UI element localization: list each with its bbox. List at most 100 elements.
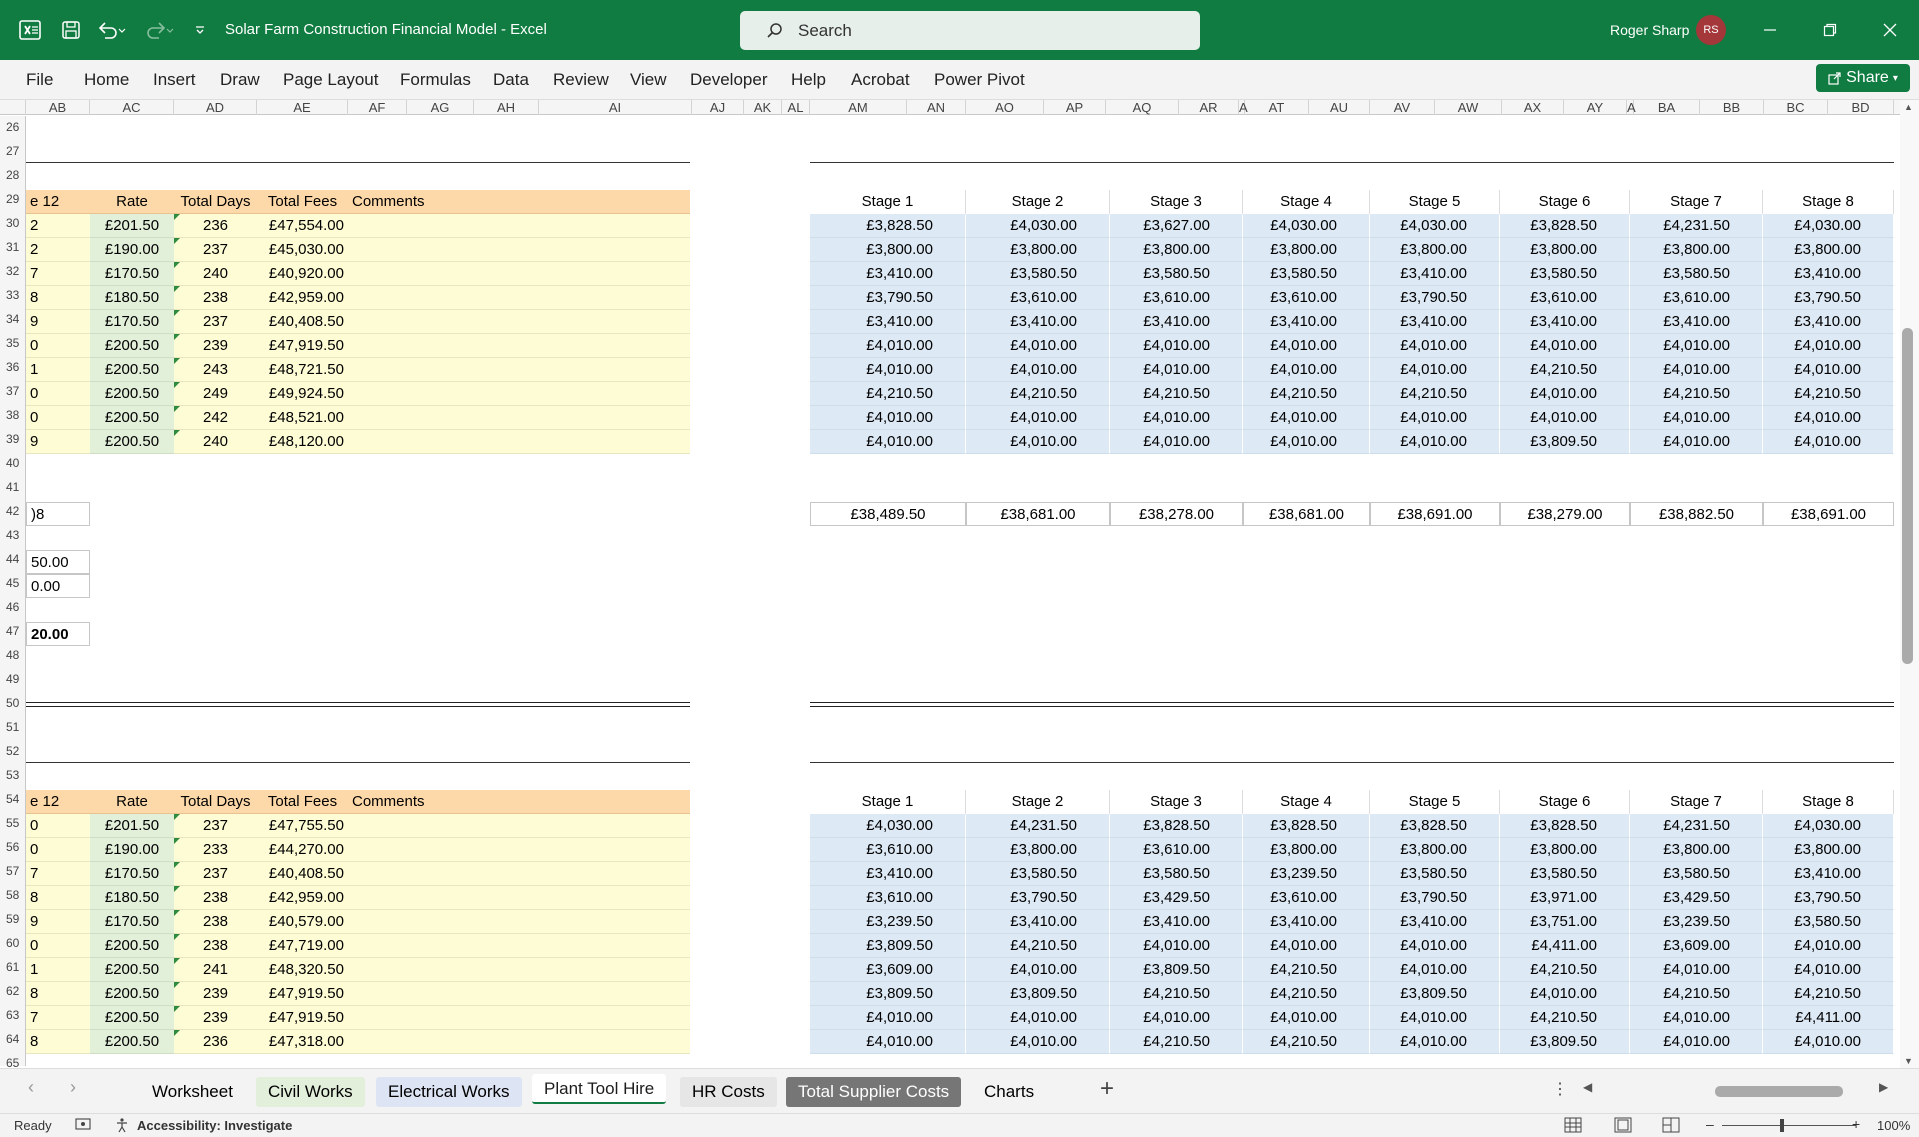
stage-value-cell[interactable]: £4,010.00 xyxy=(810,1030,966,1054)
stage-value-cell[interactable]: £4,010.00 xyxy=(810,430,966,454)
total-fees-cell[interactable]: £47,919.50 xyxy=(257,1006,348,1030)
column-header[interactable]: AY xyxy=(1564,100,1627,115)
row-header[interactable]: 36 xyxy=(0,360,26,384)
total-fees-cell[interactable]: £48,320.50 xyxy=(257,958,348,982)
comments-cell[interactable] xyxy=(348,334,690,358)
stage-value-cell[interactable]: £4,010.00 xyxy=(1500,334,1630,358)
stage-value-cell[interactable]: £4,010.00 xyxy=(1370,1030,1500,1054)
stage-value-cell[interactable]: £4,010.00 xyxy=(1370,958,1500,982)
stage-value-cell[interactable]: £3,580.50 xyxy=(966,262,1110,286)
stage-value-cell[interactable]: £4,030.00 xyxy=(1370,214,1500,238)
row-header[interactable]: 42 xyxy=(0,504,26,528)
rate-cell[interactable]: £200.50 xyxy=(90,982,174,1006)
row-header[interactable]: 35 xyxy=(0,336,26,360)
data-cell[interactable]: 0 xyxy=(26,814,90,838)
comments-cell[interactable] xyxy=(348,286,690,310)
column-header[interactable]: AR xyxy=(1179,100,1239,115)
stage-value-cell[interactable]: £4,231.50 xyxy=(1630,814,1763,838)
stage-value-cell[interactable]: £4,210.50 xyxy=(1763,982,1894,1006)
stage-value-cell[interactable]: £3,828.50 xyxy=(1500,214,1630,238)
stage-value-cell[interactable]: £4,411.00 xyxy=(1500,934,1630,958)
row-header[interactable]: 54 xyxy=(0,792,26,816)
column-header[interactable]: AP xyxy=(1044,100,1106,115)
stage-value-cell[interactable]: £3,610.00 xyxy=(810,886,966,910)
column-header[interactable]: AB xyxy=(26,100,90,115)
row-header[interactable]: 43 xyxy=(0,528,26,552)
total-days-cell[interactable]: 239 xyxy=(174,1006,257,1030)
stage-value-cell[interactable]: £3,410.00 xyxy=(1243,910,1370,934)
row-header[interactable]: 37 xyxy=(0,384,26,408)
hscroll-left-icon[interactable]: ◀ xyxy=(1583,1080,1592,1094)
stage-value-cell[interactable]: £3,410.00 xyxy=(1370,910,1500,934)
column-header[interactable]: AQ xyxy=(1106,100,1179,115)
menu-developer[interactable]: Developer xyxy=(690,60,768,100)
stage-value-cell[interactable]: £3,239.50 xyxy=(810,910,966,934)
stage-value-cell[interactable]: £3,790.50 xyxy=(1370,286,1500,310)
stage-value-cell[interactable]: £3,790.50 xyxy=(1370,886,1500,910)
stage-value-cell[interactable]: £3,580.50 xyxy=(1630,862,1763,886)
stage-value-cell[interactable]: £4,010.00 xyxy=(1370,430,1500,454)
row-header[interactable]: 53 xyxy=(0,768,26,792)
stage-value-cell[interactable]: £4,231.50 xyxy=(966,814,1110,838)
stage-value-cell[interactable]: £4,010.00 xyxy=(1110,934,1243,958)
total-fees-cell[interactable]: £47,755.50 xyxy=(257,814,348,838)
total-days-cell[interactable]: 240 xyxy=(174,262,257,286)
stage-value-cell[interactable]: £4,010.00 xyxy=(1630,1006,1763,1030)
stage-value-cell[interactable]: £4,010.00 xyxy=(966,430,1110,454)
menu-power-pivot[interactable]: Power Pivot xyxy=(934,60,1025,100)
rate-cell[interactable]: £200.50 xyxy=(90,334,174,358)
stage-value-cell[interactable]: £3,410.00 xyxy=(810,862,966,886)
row-header[interactable]: 62 xyxy=(0,984,26,1008)
total-fees-cell[interactable]: £47,919.50 xyxy=(257,982,348,1006)
stage-value-cell[interactable]: £4,010.00 xyxy=(1630,430,1763,454)
stage-total-cell[interactable]: £38,681.00 xyxy=(1243,502,1370,526)
zoom-level[interactable]: 100% xyxy=(1877,1118,1910,1133)
stage-value-cell[interactable]: £3,809.50 xyxy=(810,934,966,958)
stage-value-cell[interactable]: £4,010.00 xyxy=(1110,406,1243,430)
stage-value-cell[interactable]: £4,010.00 xyxy=(1763,934,1894,958)
total-fees-cell[interactable]: £42,959.00 xyxy=(257,886,348,910)
row-header[interactable]: 34 xyxy=(0,312,26,336)
row-header[interactable]: 27 xyxy=(0,144,26,168)
total-days-cell[interactable]: 238 xyxy=(174,886,257,910)
row-header[interactable]: 61 xyxy=(0,960,26,984)
rate-cell[interactable]: £180.50 xyxy=(90,886,174,910)
stage-value-cell[interactable]: £3,828.50 xyxy=(1500,814,1630,838)
data-cell[interactable]: 0 xyxy=(26,838,90,862)
stage-value-cell[interactable]: £3,239.50 xyxy=(1243,862,1370,886)
column-header[interactable]: BB xyxy=(1700,100,1764,115)
stage-value-cell[interactable]: £4,210.50 xyxy=(1500,358,1630,382)
column-header[interactable]: AW xyxy=(1435,100,1502,115)
data-cell[interactable]: 2 xyxy=(26,214,90,238)
sheet-tab[interactable]: Electrical Works xyxy=(376,1077,522,1107)
stage-value-cell[interactable]: £4,010.00 xyxy=(1243,934,1370,958)
menu-page-layout[interactable]: Page Layout xyxy=(283,60,378,100)
rate-cell[interactable]: £190.00 xyxy=(90,238,174,262)
total-days-cell[interactable]: 233 xyxy=(174,838,257,862)
data-cell[interactable]: 7 xyxy=(26,1006,90,1030)
total-days-cell[interactable]: 243 xyxy=(174,358,257,382)
column-header[interactable]: AI xyxy=(539,100,692,115)
stage-value-cell[interactable]: £4,010.00 xyxy=(1370,334,1500,358)
stage-value-cell[interactable]: £3,800.00 xyxy=(1370,838,1500,862)
stage-value-cell[interactable]: £4,010.00 xyxy=(1500,406,1630,430)
stage-value-cell[interactable]: £4,010.00 xyxy=(1630,406,1763,430)
comments-cell[interactable] xyxy=(348,910,690,934)
stage-total-cell[interactable]: £38,681.00 xyxy=(966,502,1110,526)
column-header[interactable]: AO xyxy=(966,100,1044,115)
rate-cell[interactable]: £200.50 xyxy=(90,958,174,982)
stage-value-cell[interactable]: £4,210.50 xyxy=(1370,382,1500,406)
stage-value-cell[interactable]: £3,410.00 xyxy=(1370,310,1500,334)
total-fees-cell[interactable]: £44,270.00 xyxy=(257,838,348,862)
total-fees-cell[interactable]: £47,318.00 xyxy=(257,1030,348,1054)
total-days-cell[interactable]: 239 xyxy=(174,982,257,1006)
stage-value-cell[interactable]: £3,610.00 xyxy=(810,838,966,862)
stage-value-cell[interactable]: £3,610.00 xyxy=(966,286,1110,310)
stage-value-cell[interactable]: £4,210.50 xyxy=(1110,1030,1243,1054)
zoom-slider[interactable] xyxy=(1722,1125,1856,1126)
stage-value-cell[interactable]: £4,010.00 xyxy=(1110,358,1243,382)
menu-view[interactable]: View xyxy=(630,60,667,100)
rate-cell[interactable]: £170.50 xyxy=(90,862,174,886)
zoom-out-icon[interactable]: – xyxy=(1706,1116,1714,1132)
stage-value-cell[interactable]: £4,010.00 xyxy=(1370,934,1500,958)
